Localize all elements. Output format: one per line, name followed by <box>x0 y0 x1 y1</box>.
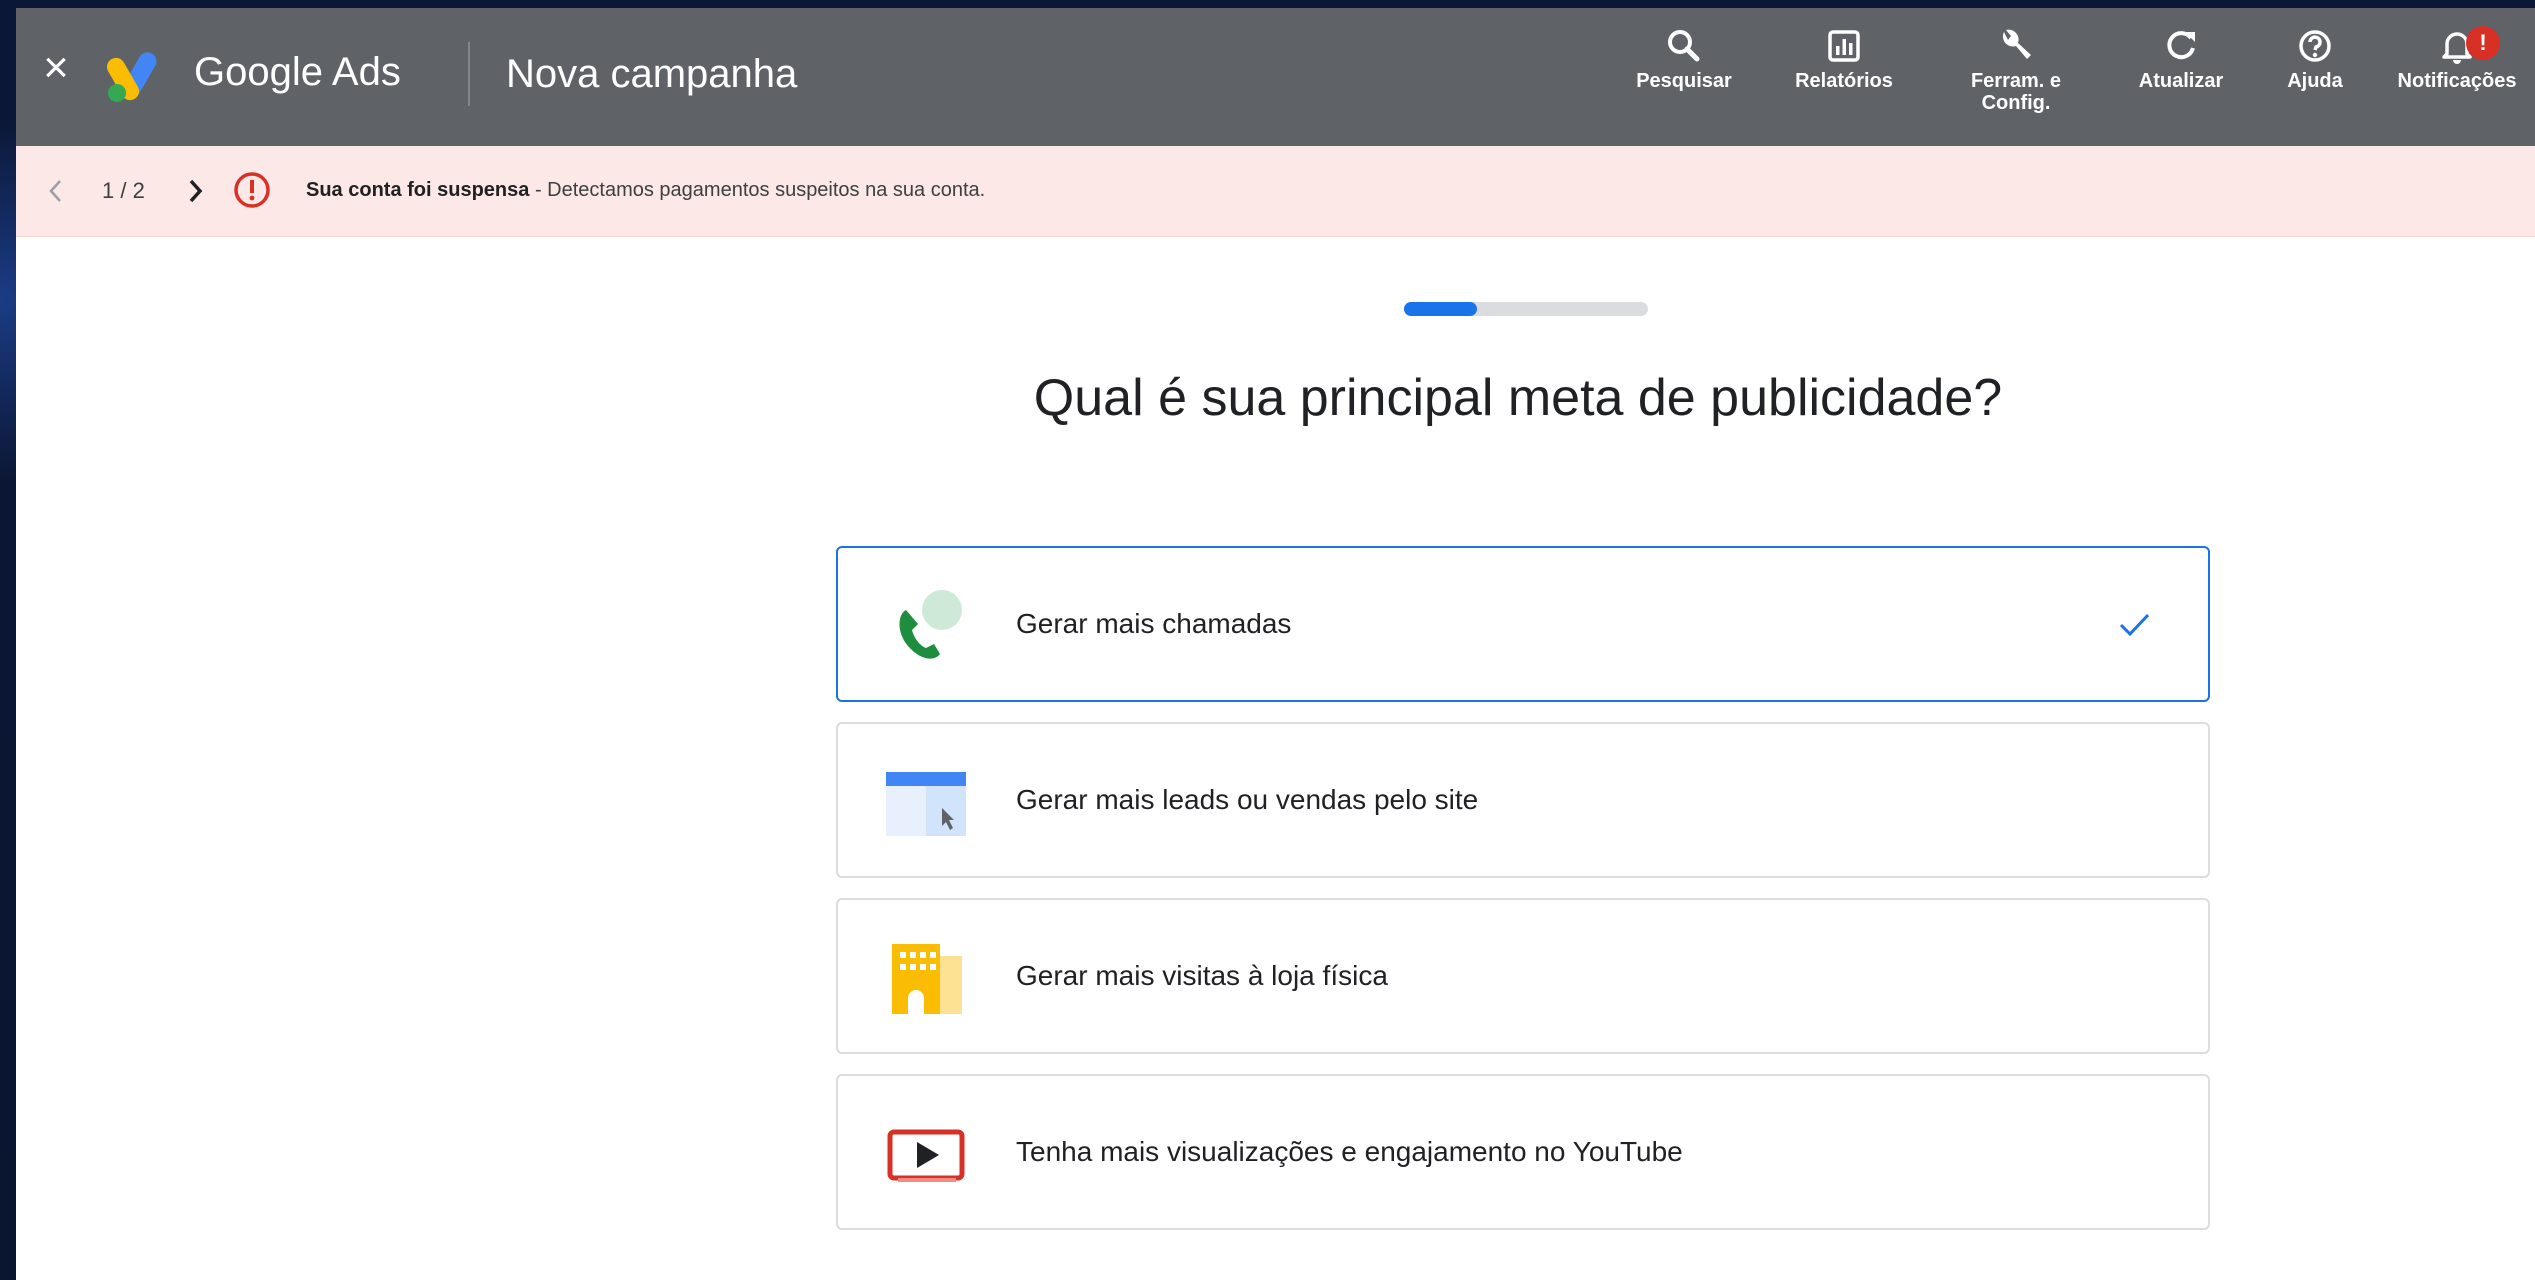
wizard-progress-bar <box>1404 302 1648 316</box>
page-question: Qual é sua principal meta de publicidade… <box>1033 369 2003 427</box>
search-icon <box>1668 30 1700 62</box>
google-ads-window: × Google Ads Nova campanha Pesquisar Rel… <box>16 8 2535 1280</box>
account-alert-bar: 1 / 2 Sua conta foi suspensa - Detectamo… <box>16 146 2535 237</box>
website-icon <box>886 772 966 836</box>
goal-option-youtube[interactable]: Tenha mais visualizações e engajamento n… <box>836 1074 2210 1230</box>
title-divider <box>468 42 470 106</box>
goal-option-website[interactable]: Gerar mais leads ou vendas pelo site <box>836 722 2210 878</box>
help-button[interactable]: Ajuda <box>2270 26 2360 92</box>
close-icon[interactable]: × <box>38 46 74 90</box>
alert-pagination: 1 / 2 <box>102 178 145 203</box>
refresh-label: Atualizar <box>2138 70 2224 92</box>
goal-option-store-visits[interactable]: Gerar mais visitas à loja física <box>836 898 2210 1054</box>
reports-icon <box>1828 30 1860 62</box>
notifications-label: Notificações <box>2397 70 2517 92</box>
tools-settings-button[interactable]: Ferram. e Config. <box>1956 26 2076 114</box>
goal-option-calls[interactable]: Gerar mais chamadas <box>836 546 2210 702</box>
goal-label: Tenha mais visualizações e engajamento n… <box>1016 1136 1683 1167</box>
wrench-icon <box>2002 29 2031 59</box>
tools-settings-label: Ferram. e Config. <box>1970 70 2062 114</box>
alert-title: Sua conta foi suspensa <box>306 179 530 201</box>
search-button[interactable]: Pesquisar <box>1624 26 1744 92</box>
page-title: Nova campanha <box>506 52 798 96</box>
wizard-progress-fill <box>1404 302 1478 316</box>
goal-label: Gerar mais visitas à loja física <box>1016 960 1388 991</box>
youtube-play-icon <box>887 1129 965 1182</box>
refresh-button[interactable]: Atualizar <box>2126 26 2236 92</box>
chevron-right-icon[interactable] <box>184 176 208 206</box>
reports-label: Relatórios <box>1795 70 1893 92</box>
help-label: Ajuda <box>2287 70 2343 92</box>
help-icon <box>2299 30 2331 62</box>
google-ads-logo <box>107 52 157 102</box>
chevron-left-icon[interactable] <box>44 176 68 206</box>
product-name: Google Ads <box>194 50 401 94</box>
store-icon <box>892 944 962 1014</box>
reports-button[interactable]: Relatórios <box>1784 26 1904 92</box>
search-label: Pesquisar <box>1636 70 1732 92</box>
goal-label: Gerar mais chamadas <box>1016 608 1292 639</box>
top-app-bar: × Google Ads Nova campanha Pesquisar Rel… <box>16 8 2535 146</box>
refresh-icon <box>2167 31 2195 60</box>
checkmark-icon <box>2119 613 2150 637</box>
alert-message: Sua conta foi suspensa - Detectamos paga… <box>306 179 985 202</box>
notifications-button[interactable]: ! Notificações <box>2382 26 2532 92</box>
goal-label: Gerar mais leads ou vendas pelo site <box>1016 784 1479 815</box>
notification-badge: ! <box>2466 26 2500 60</box>
alert-detail: - Detectamos pagamentos suspeitos na sua… <box>529 179 986 201</box>
error-icon <box>234 172 270 208</box>
phone-call-icon <box>899 590 962 659</box>
